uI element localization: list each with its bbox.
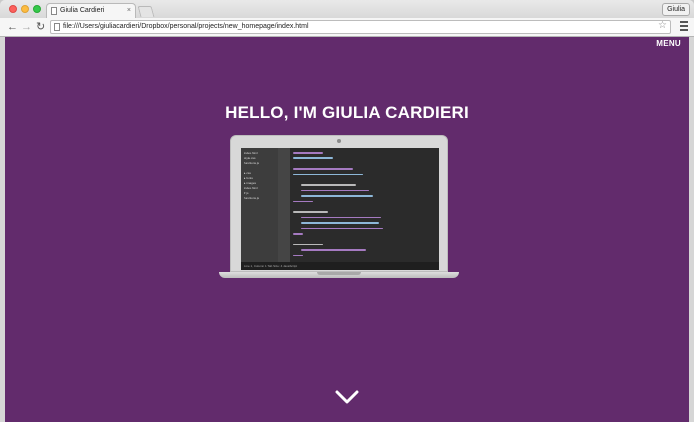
code-line (301, 227, 383, 230)
code-line (293, 200, 313, 203)
profile-button[interactable]: Giulia (662, 3, 690, 16)
editor-file-item: ▸ fonts (244, 176, 253, 180)
browser-window: Giulia Cardieri × Giulia ← → ↻ file:///U… (0, 0, 694, 422)
editor-file-item: style.css (244, 156, 256, 160)
page-icon (51, 7, 57, 15)
editor-file-item: index.html (244, 151, 258, 155)
back-arrow-icon[interactable]: ← (7, 20, 18, 34)
code-line (301, 216, 381, 219)
webpage: MENU HELLO, I'M GIULIA CARDIERI index.ht… (5, 37, 689, 422)
page-icon (54, 23, 60, 31)
editor-file-item: ▸ css (244, 171, 251, 175)
close-window-button[interactable] (9, 5, 17, 13)
page-title: HELLO, I'M GIULIA CARDIERI (225, 103, 469, 122)
chevron-down-icon[interactable] (335, 390, 359, 404)
url-text: file:///Users/giuliacardieri/Dropbox/per… (63, 23, 309, 30)
zoom-window-button[interactable] (33, 5, 41, 13)
menu-link[interactable]: MENU (656, 39, 681, 48)
code-line (301, 184, 356, 186)
editor-file-item: ▾ js (244, 191, 249, 195)
laptop-lid: index.html style.css functions.js ▸ css ▸ fo… (230, 135, 448, 272)
browser-toolbar: ← → ↻ file:///Users/giuliacardieri/Dropb… (0, 18, 694, 37)
camera-dot (337, 139, 341, 143)
minimize-window-button[interactable] (21, 5, 29, 13)
new-tab-button[interactable] (137, 6, 155, 17)
reload-icon[interactable]: ↻ (36, 20, 45, 34)
code-line (293, 173, 363, 176)
code-line (293, 157, 333, 159)
editor-file-item: functions.js (244, 196, 260, 200)
code-line (293, 254, 303, 257)
tab-title: Giulia Cardieri (60, 7, 105, 14)
tab-giulia-cardieri[interactable]: Giulia Cardieri × (46, 3, 136, 19)
tab-close-icon[interactable]: × (127, 4, 131, 18)
editor-sidebar: index.html style.css functions.js ▸ css ▸ fo… (241, 148, 278, 262)
code-line (301, 249, 366, 251)
code-editor-screenshot: index.html style.css functions.js ▸ css ▸ fo… (241, 148, 439, 270)
editor-file-item: index.html (244, 186, 258, 190)
code-line (293, 233, 303, 235)
editor-file-item: functions.js (244, 161, 260, 165)
code-line (301, 195, 373, 197)
code-line (293, 243, 323, 246)
code-line (301, 189, 369, 192)
address-bar[interactable]: file:///Users/giuliacardieri/Dropbox/per… (50, 20, 671, 34)
tab-strip: Giulia Cardieri × Giulia (0, 0, 694, 19)
editor-file-item: ▸ images (244, 181, 257, 185)
code-line (293, 168, 353, 170)
forward-arrow-icon[interactable]: → (21, 20, 32, 34)
editor-gutter (278, 148, 290, 262)
code-line (293, 211, 328, 213)
bookmark-star-icon[interactable]: ☆ (658, 20, 667, 32)
code-line (293, 152, 323, 154)
editor-statusbar: Line 1, Column 1 Tab Size: 4 JavaScript (241, 262, 439, 270)
laptop-notch (317, 272, 361, 275)
hamburger-menu-icon[interactable] (680, 21, 688, 31)
code-line (301, 222, 379, 224)
